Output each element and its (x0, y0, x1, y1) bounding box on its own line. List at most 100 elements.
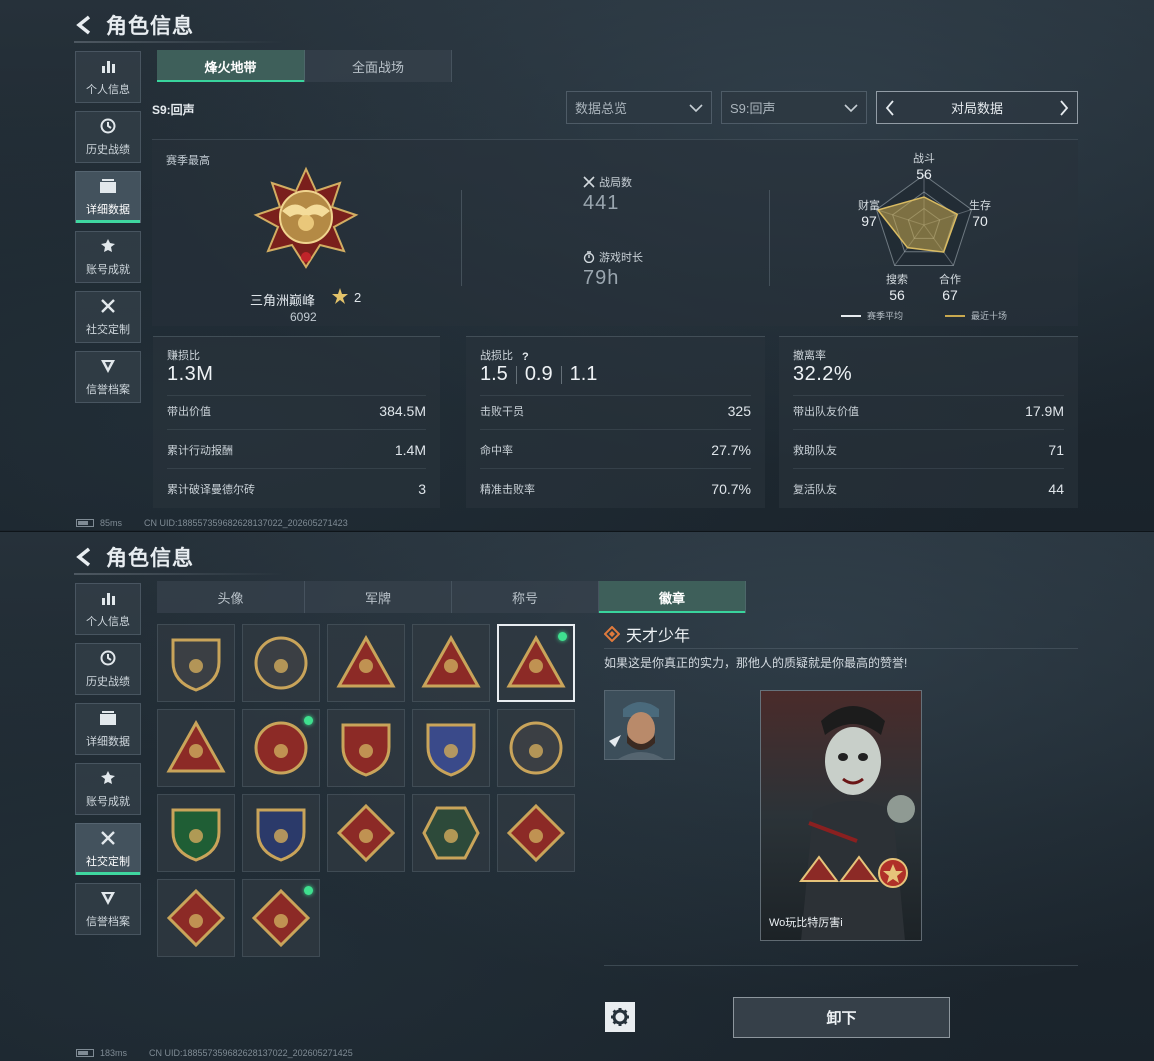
skull-round-badge-icon (509, 721, 563, 775)
badge-slot[interactable] (412, 794, 490, 872)
profit-label: 赚损比 (167, 347, 200, 363)
nav-item-2[interactable]: 详细数据 (75, 703, 141, 755)
row-key: 命中率 (480, 445, 513, 457)
page-header: 角色信息 (74, 10, 194, 40)
extract-label: 撤离率 (793, 347, 826, 363)
playtime-label: 游戏时长 (583, 249, 643, 265)
row-divider (480, 395, 751, 396)
radar-label-combat: 战斗 (913, 153, 935, 165)
prev-button[interactable] (881, 97, 899, 119)
nav-item-0[interactable]: 个人信息 (75, 583, 141, 635)
badge-slot[interactable] (157, 794, 235, 872)
tools-icon (100, 830, 116, 849)
card-row: 累计行动报酬 1.4M (167, 439, 426, 461)
badge-slot[interactable] (157, 709, 235, 787)
season-dropdown-value: S9:回声 (730, 101, 776, 116)
tab-badge[interactable]: 徽章 (599, 581, 746, 613)
nav-item-5[interactable]: 信誉档案 (75, 883, 141, 935)
badge-slot[interactable] (157, 624, 235, 702)
badge-slot[interactable] (327, 794, 405, 872)
badge-slot[interactable] (497, 709, 575, 787)
radar-label-coop: 合作 (939, 274, 961, 286)
row-value: 44 (1048, 481, 1064, 497)
settings-button[interactable] (605, 1002, 635, 1032)
row-value: 1.4M (394, 442, 426, 458)
row-divider (480, 468, 751, 469)
row-key: 累计行动报酬 (167, 445, 233, 457)
nav-item-1[interactable]: 历史战绩 (75, 111, 141, 163)
back-arrow-icon[interactable] (74, 546, 96, 568)
extract-label-text: 撤离率 (793, 350, 826, 362)
badge-slot[interactable] (327, 624, 405, 702)
nav-item-4[interactable]: 社交定制 (75, 291, 141, 343)
operator-avatar-icon (605, 691, 674, 759)
badge-slot[interactable] (242, 879, 320, 957)
nav-item-0[interactable]: 个人信息 (75, 51, 141, 103)
ping-value: 183ms (100, 1048, 128, 1058)
row-value: 384.5M (379, 403, 426, 419)
radar-value-search: 56 (889, 287, 905, 303)
badge-slot[interactable] (327, 709, 405, 787)
genius-triangle-badge-icon (506, 634, 566, 688)
runner-diamond-badge-icon (251, 888, 311, 948)
badge-slot[interactable] (242, 794, 320, 872)
battery-icon (76, 519, 94, 527)
chevron-right-icon (1060, 99, 1069, 116)
crosshair-green-badge-icon (171, 808, 221, 862)
tab-full-war[interactable]: 全面战场 (305, 50, 452, 82)
number-one-badge-icon (421, 634, 481, 688)
nav-item-3[interactable]: 账号成就 (75, 763, 141, 815)
nav-item-4[interactable]: 社交定制 (75, 823, 141, 875)
divider (769, 190, 770, 286)
status-footer: 85ms CN UID:1885573596826281370​22_20260… (76, 516, 348, 530)
season-label: S9:回声 (152, 103, 195, 117)
tab-dogtag[interactable]: 军牌 (305, 581, 452, 613)
page-header: 角色信息 (74, 542, 194, 572)
tab-hazard-zone[interactable]: 烽火地带 (157, 50, 305, 82)
chevron-down-icon (689, 103, 703, 112)
row-key: 复活队友 (793, 484, 837, 496)
desc-divider (604, 648, 1078, 649)
badge-slot[interactable] (242, 709, 320, 787)
operator-portrait[interactable] (604, 690, 675, 760)
nav-item-1[interactable]: 历史战绩 (75, 643, 141, 695)
badge-slot[interactable] (497, 624, 575, 702)
back-arrow-icon[interactable] (74, 14, 96, 36)
profit-label-text: 赚损比 (167, 350, 200, 362)
season-dropdown[interactable]: S9:回声 (721, 91, 867, 124)
tower-triangle-badge-icon (336, 634, 396, 688)
row-value: 3 (418, 481, 426, 497)
card-row: 救助队友 71 (793, 439, 1064, 461)
badge-slot[interactable] (497, 794, 575, 872)
next-button[interactable] (1055, 97, 1073, 119)
badge-slot[interactable] (412, 709, 490, 787)
rank-medal-icon (253, 166, 359, 269)
badge-title-row: 天才少年 (604, 622, 690, 646)
help-icon[interactable]: ? (519, 349, 532, 362)
detailed-data-screen: 角色信息 个人信息 历史战绩 详细数据 账号成就 社交定制 信誉档案 烽火地带 全面战场 … (0, 0, 1154, 530)
stopwatch-icon (583, 251, 595, 263)
nav-item-2[interactable]: 详细数据 (75, 171, 141, 223)
player-name: Wo玩比特厉害i (769, 917, 843, 929)
bottom-divider (604, 965, 1078, 966)
stars-shield-badge-icon (341, 723, 391, 777)
badge-slot[interactable] (157, 879, 235, 957)
wasp-hexagon-badge-icon (422, 806, 480, 860)
badge-slot[interactable] (412, 624, 490, 702)
tab-avatar[interactable]: 头像 (157, 581, 305, 613)
rank-score: 6092 (290, 310, 317, 324)
badge-slot[interactable] (242, 624, 320, 702)
unequip-button[interactable]: 卸下 (733, 997, 950, 1038)
nav-item-3[interactable]: 账号成就 (75, 231, 141, 283)
card-row: 复活队友 44 (793, 478, 1064, 500)
kd-separator (560, 365, 562, 384)
rank-name: 三角洲巅峰 (250, 293, 316, 308)
legend-season-avg: 赛季平均 (841, 309, 903, 322)
nav-item-5[interactable]: 信誉档案 (75, 351, 141, 403)
overview-dropdown[interactable]: 数据总览 (566, 91, 712, 124)
rank-stars: 2 (354, 290, 362, 305)
row-value: 27.7% (711, 442, 751, 458)
uid-text: CN UID:1885573596826281370​22_2026052714… (144, 518, 348, 528)
tab-title[interactable]: 称号 (452, 581, 599, 613)
radar-label-search: 搜索 (886, 274, 908, 286)
